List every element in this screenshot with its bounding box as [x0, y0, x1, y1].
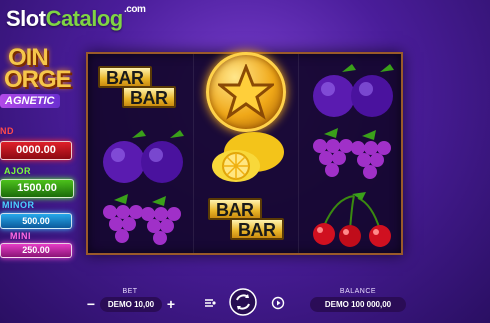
watermark-slot-text: Slot [6, 6, 46, 31]
jackpot-major-value: 1500.00 [0, 179, 74, 198]
bar-tag-top: BAR [98, 66, 152, 88]
grapes-icon [103, 194, 181, 245]
bar-tag-bottom: BAR [122, 86, 176, 108]
watermark-catalog-text: Catalog [45, 6, 124, 31]
reel-grid: BAR BAR BAR BAR [86, 52, 403, 255]
jackpot-mini-label: MINI [10, 231, 31, 241]
grapes-icon [313, 128, 391, 179]
balance-value: DEMO 100 000,00 [310, 297, 406, 312]
bet-label: BET [122, 288, 138, 295]
autoplay-icon[interactable] [271, 296, 285, 310]
spin-icon [229, 288, 257, 316]
bar-tag-top: BAR [208, 198, 262, 220]
balance-label: BALANCE [339, 288, 377, 295]
logo-line-2: ORGE [4, 66, 72, 93]
symbol-grapes [92, 190, 192, 254]
symbol-bar: BAR BAR [92, 58, 192, 122]
logo-line-3: AGNETIC [0, 94, 60, 108]
jackpot-minor-value: 500.00 [0, 213, 72, 229]
slotcatalog-watermark: SlotCatalog .com [6, 4, 146, 32]
jackpot-grand-label: ND [0, 126, 14, 136]
symbol-bar: BAR BAR [196, 190, 296, 254]
symbol-star-coin [196, 52, 296, 132]
game-logo: OIN ORGE AGNETIC [0, 44, 80, 116]
plum-icon [313, 64, 394, 117]
reel-divider [298, 54, 299, 253]
bet-value: DEMO 10,00 [100, 297, 162, 312]
cherry-icon [313, 192, 391, 247]
jackpot-minor-label: MINOR [2, 200, 35, 210]
menu-settings-icon[interactable] [203, 296, 217, 310]
watermark-com-text: .com [124, 4, 146, 15]
jackpot-major-label: AJOR [4, 166, 32, 176]
decrease-bet-button[interactable]: − [84, 296, 98, 312]
symbol-grapes [302, 124, 402, 188]
spin-button[interactable] [229, 288, 257, 316]
symbol-lemon [196, 124, 296, 188]
star-coin-icon [206, 52, 286, 132]
lemon-icon [212, 132, 284, 182]
jackpot-grand-value: 0000.00 [0, 141, 72, 160]
plum-icon [103, 130, 184, 183]
symbol-plum [92, 124, 192, 188]
symbol-cherry [302, 190, 402, 254]
symbol-plum [302, 58, 402, 122]
reel-divider [193, 54, 194, 253]
increase-bet-button[interactable]: + [164, 296, 178, 312]
jackpot-mini-value: 250.00 [0, 243, 72, 258]
bar-tag-bottom: BAR [230, 218, 284, 240]
